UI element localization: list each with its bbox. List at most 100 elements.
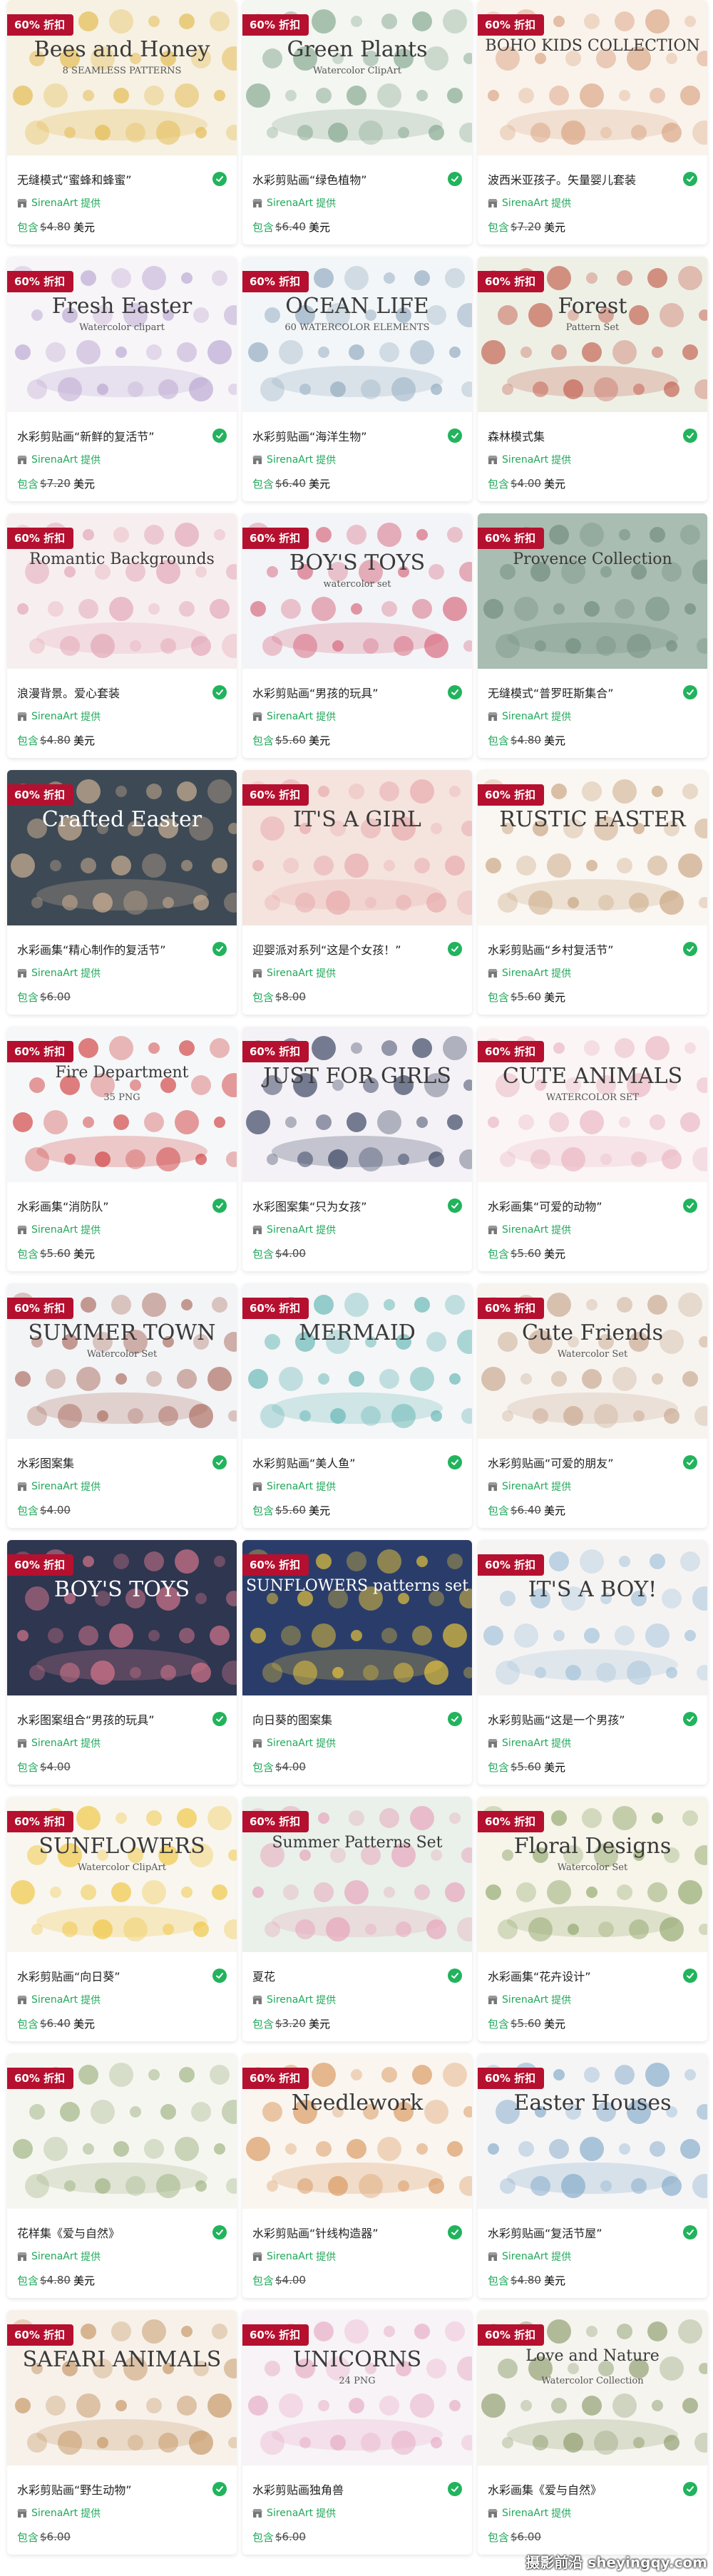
product-thumbnail[interactable]: OCEAN LIFE 60 WATERCOLOR ELEMENTS 60% 折扣 — [242, 257, 472, 412]
seller-row[interactable]: SirenaArt 提供 — [252, 1993, 462, 2006]
product-card[interactable]: IT'S A GIRL 60% 折扣 迎婴派对系列“这是个女孩！” SirenaArt… — [242, 770, 472, 1015]
seller-row[interactable]: SirenaArt 提供 — [17, 967, 227, 980]
product-title[interactable]: 水彩剪贴画“男孩的玩具” — [252, 684, 379, 701]
product-thumbnail[interactable]: SUNFLOWERS patterns set 60% 折扣 — [242, 1540, 472, 1695]
seller-row[interactable]: SirenaArt 提供 — [488, 1480, 697, 1493]
seller-name[interactable]: SirenaArt — [267, 1994, 313, 2006]
product-title[interactable]: 水彩剪贴画“新鲜的复活节” — [17, 427, 155, 444]
seller-row[interactable]: SirenaArt 提供 — [17, 197, 227, 210]
product-card[interactable]: Forest Pattern Set 60% 折扣 森林模式集 SirenaArt 提供包… — [478, 257, 707, 501]
seller-row[interactable]: SirenaArt 提供 — [488, 710, 697, 723]
product-card[interactable]: JUST FOR GIRLS 60% 折扣 水彩图案集“只为女孩” SirenaArt… — [242, 1027, 472, 1271]
seller-row[interactable]: SirenaArt 提供 — [17, 2507, 227, 2520]
seller-name[interactable]: SirenaArt — [267, 454, 313, 466]
product-title[interactable]: 水彩图案集“只为女孩” — [252, 1197, 367, 1214]
seller-name[interactable]: SirenaArt — [267, 1481, 313, 1492]
seller-row[interactable]: SirenaArt 提供 — [252, 710, 462, 723]
seller-row[interactable]: SirenaArt 提供 — [488, 2507, 697, 2520]
seller-row[interactable]: SirenaArt 提供 — [488, 453, 697, 466]
product-card[interactable]: BOY'S TOYS watercolor set 60% 折扣水彩剪贴画“男孩的玩… — [242, 513, 472, 758]
product-card[interactable]: RUSTIC EASTER 60% 折扣水彩剪贴画“乡村复活节” SirenaArt… — [478, 770, 707, 1015]
seller-name[interactable]: SirenaArt — [502, 2508, 548, 2519]
seller-row[interactable]: SirenaArt 提供 — [488, 1993, 697, 2006]
product-thumbnail[interactable]: IT'S A GIRL 60% 折扣 — [242, 770, 472, 925]
product-thumbnail[interactable]: BOY'S TOYS watercolor set 60% 折扣 — [242, 513, 472, 669]
seller-name[interactable]: SirenaArt — [267, 2508, 313, 2519]
product-card[interactable]: 60% 折扣 花样集《爱与自然》 SirenaArt 提供 包含 $4.80 美元 — [7, 2053, 237, 2298]
product-thumbnail[interactable]: CUTE ANIMALS WATERCOLOR SET 60% 折扣 — [478, 1027, 707, 1182]
product-card[interactable]: SUMMER TOWN Watercolor Set 60% 折扣 水彩图案集 Sire… — [7, 1283, 237, 1528]
product-title[interactable]: 水彩剪贴画“绿色植物” — [252, 170, 367, 188]
seller-name[interactable]: SirenaArt — [502, 968, 548, 979]
seller-row[interactable]: SirenaArt 提供 — [252, 967, 462, 980]
seller-row[interactable]: SirenaArt 提供 — [252, 197, 462, 210]
seller-row[interactable]: SirenaArt 提供 — [252, 1480, 462, 1493]
seller-name[interactable]: SirenaArt — [267, 711, 313, 722]
seller-row[interactable]: SirenaArt 提供 — [17, 1480, 227, 1493]
seller-name[interactable]: SirenaArt — [502, 711, 548, 722]
product-card[interactable]: BOY'S TOYS 60% 折扣 水彩图案组合“男孩的玩具” SirenaArt 提供… — [7, 1540, 237, 1785]
seller-name[interactable]: SirenaArt — [31, 1224, 78, 1236]
product-thumbnail[interactable]: UNICORNS 24 PNG 60% 折扣 — [242, 2310, 472, 2465]
seller-row[interactable]: SirenaArt 提供 — [488, 197, 697, 210]
product-thumbnail[interactable]: BOY'S TOYS 60% 折扣 — [7, 1540, 237, 1695]
product-title[interactable]: 水彩剪贴画“复活节屋” — [488, 2224, 602, 2241]
seller-row[interactable]: SirenaArt 提供 — [17, 710, 227, 723]
seller-row[interactable]: SirenaArt 提供 — [17, 1993, 227, 2006]
seller-name[interactable]: SirenaArt — [31, 1994, 78, 2006]
product-card[interactable]: Summer Patterns Set 60% 折扣 夏花 SirenaArt 提供 包含… — [242, 1797, 472, 2041]
product-card[interactable]: SUNFLOWERS Watercolor ClipArt 60% 折扣 水彩剪贴画“… — [7, 1797, 237, 2041]
seller-row[interactable]: SirenaArt 提供 — [17, 1737, 227, 1750]
seller-row[interactable]: SirenaArt 提供 — [252, 2507, 462, 2520]
product-thumbnail[interactable]: IT'S A BOY! 60% 折扣 — [478, 1540, 707, 1695]
product-thumbnail[interactable]: Needlework 60% 折扣 — [242, 2053, 472, 2209]
product-thumbnail[interactable]: Cute Friends Watercolor Set 60% 折扣 — [478, 1283, 707, 1439]
seller-row[interactable]: SirenaArt 提供 — [488, 2250, 697, 2263]
product-card[interactable]: Floral Designs Watercolor Set 60% 折扣水彩画集“花… — [478, 1797, 707, 2041]
product-title[interactable]: 无缝模式“蜜蜂和蜂蜜” — [17, 170, 132, 188]
product-card[interactable]: OCEAN LIFE 60 WATERCOLOR ELEMENTS 60% 折扣水彩… — [242, 257, 472, 501]
seller-name[interactable]: SirenaArt — [31, 968, 78, 979]
seller-name[interactable]: SirenaArt — [267, 197, 313, 209]
product-title[interactable]: 向日葵的图案集 — [252, 1710, 332, 1728]
seller-name[interactable]: SirenaArt — [502, 1224, 548, 1236]
seller-row[interactable]: SirenaArt 提供 — [252, 1737, 462, 1750]
product-title[interactable]: 水彩剪贴画“野生动物” — [17, 2480, 132, 2498]
product-card[interactable]: Cute Friends Watercolor Set 60% 折扣 水彩剪贴画“可爱… — [478, 1283, 707, 1528]
product-thumbnail[interactable]: Fresh Easter Watercolor clipart 60% 折扣 — [7, 257, 237, 412]
seller-name[interactable]: SirenaArt — [502, 1481, 548, 1492]
product-card[interactable]: CUTE ANIMALS WATERCOLOR SET 60% 折扣 水彩画集“可爱的… — [478, 1027, 707, 1271]
seller-name[interactable]: SirenaArt — [31, 2251, 78, 2262]
product-title[interactable]: 波西米亚孩子。矢量婴儿套装 — [488, 170, 636, 188]
product-thumbnail[interactable]: RUSTIC EASTER 60% 折扣 — [478, 770, 707, 925]
product-card[interactable]: Bees and Honey 8 SEAMLESS PATTERNS 60% 折扣无… — [7, 0, 237, 245]
product-card[interactable]: Easter Houses 60% 折扣 水彩剪贴画“复活节屋” SirenaArt 提… — [478, 2053, 707, 2298]
product-card[interactable]: Provence Collection 60% 折扣 无缝模式“普罗旺斯集合” Sir… — [478, 513, 707, 758]
seller-row[interactable]: SirenaArt 提供 — [17, 1223, 227, 1236]
product-title[interactable]: 森林模式集 — [488, 427, 545, 444]
product-title[interactable]: 水彩图案集 — [17, 1454, 74, 1471]
seller-name[interactable]: SirenaArt — [31, 454, 78, 466]
product-thumbnail[interactable]: 60% 折扣 — [7, 2053, 237, 2209]
product-title[interactable]: 水彩剪贴画独角兽 — [252, 2480, 344, 2498]
seller-name[interactable]: SirenaArt — [267, 1738, 313, 1749]
product-card[interactable]: Green Plants Watercolor ClipArt 60% 折扣水彩剪贴… — [242, 0, 472, 245]
seller-name[interactable]: SirenaArt — [502, 1994, 548, 2006]
product-thumbnail[interactable]: Floral Designs Watercolor Set 60% 折扣 — [478, 1797, 707, 1952]
seller-name[interactable]: SirenaArt — [502, 1738, 548, 1749]
product-title[interactable]: 水彩画集“精心制作的复活节” — [17, 940, 166, 958]
seller-row[interactable]: SirenaArt 提供 — [17, 453, 227, 466]
product-title[interactable]: 水彩剪贴画“乡村复活节” — [488, 940, 614, 958]
product-thumbnail[interactable]: SUNFLOWERS Watercolor ClipArt 60% 折扣 — [7, 1797, 237, 1952]
product-thumbnail[interactable]: MERMAID 60% 折扣 — [242, 1283, 472, 1439]
product-thumbnail[interactable]: Fire Department 35 PNG 60% 折扣 — [7, 1027, 237, 1182]
product-thumbnail[interactable]: SAFARI ANIMALS 60% 折扣 — [7, 2310, 237, 2465]
product-card[interactable]: Crafted Easter 60% 折扣水彩画集“精心制作的复活节” Sirena… — [7, 770, 237, 1015]
product-title[interactable]: 水彩画集“花卉设计” — [488, 1967, 591, 1984]
seller-row[interactable]: SirenaArt 提供 — [17, 2250, 227, 2263]
product-thumbnail[interactable]: Provence Collection 60% 折扣 — [478, 513, 707, 669]
product-thumbnail[interactable]: Crafted Easter 60% 折扣 — [7, 770, 237, 925]
seller-name[interactable]: SirenaArt — [31, 2508, 78, 2519]
product-title[interactable]: 水彩剪贴画“海洋生物” — [252, 427, 367, 444]
product-thumbnail[interactable]: Green Plants Watercolor ClipArt 60% 折扣 — [242, 0, 472, 155]
